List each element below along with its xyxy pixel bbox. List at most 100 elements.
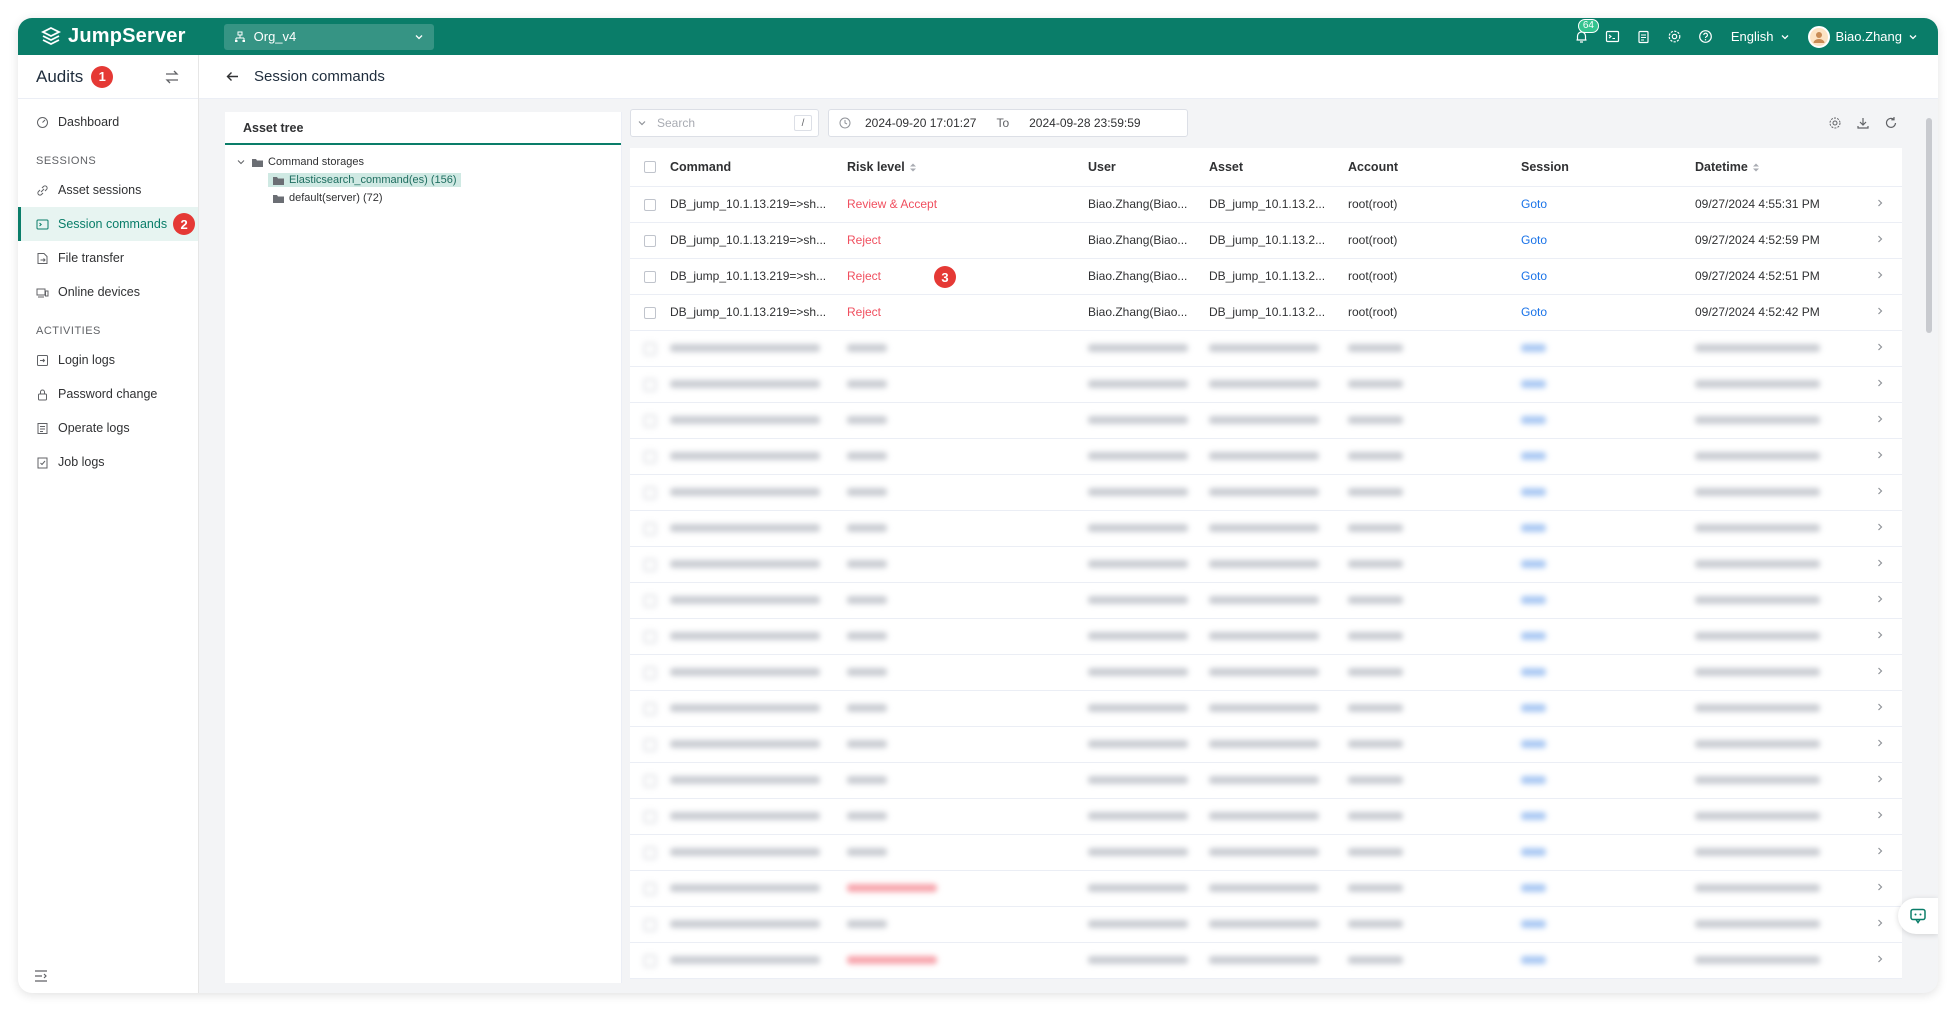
blurred-table-row — [630, 906, 1902, 943]
sidebar-item-operate-logs[interactable]: Operate logs — [18, 411, 198, 445]
row-expand-button[interactable] — [1857, 186, 1902, 223]
tickets-button[interactable] — [1628, 18, 1659, 55]
row-checkbox[interactable] — [644, 306, 656, 319]
blurred-text — [847, 812, 887, 820]
chevron-right-icon — [1877, 307, 1882, 315]
sidebar-item-password-change[interactable]: Password change — [18, 377, 198, 411]
blurred-text — [1695, 920, 1820, 928]
collapse-sidebar-button[interactable] — [34, 970, 48, 985]
sidebar-item-session-commands[interactable]: Session commands 2 — [18, 207, 198, 241]
goto-session-link[interactable]: Goto — [1521, 233, 1547, 247]
goto-session-link[interactable]: Goto — [1521, 269, 1547, 283]
blurred-text — [1088, 632, 1188, 640]
blurred-text — [1209, 416, 1319, 424]
blurred-text — [670, 668, 820, 676]
blurred-text — [1521, 452, 1546, 460]
blurred-text — [847, 668, 887, 676]
blurred-text — [1209, 920, 1319, 928]
blurred-text — [1521, 740, 1546, 748]
blurred-text — [1088, 704, 1188, 712]
command-cell: DB_jump_10.1.13.219=>sh... — [670, 222, 847, 259]
row-checkbox[interactable] — [644, 270, 656, 283]
row-checkbox — [644, 882, 656, 895]
blurred-text — [1348, 632, 1403, 640]
blurred-text — [1521, 416, 1546, 424]
row-checkbox — [644, 630, 656, 643]
blurred-text — [1088, 416, 1188, 424]
user-menu[interactable]: Biao.Zhang — [1807, 25, 1919, 48]
chevron-right-icon — [1877, 703, 1882, 711]
tree-node-elasticsearch[interactable]: Elasticsearch_command(es) (156) — [235, 171, 621, 189]
blurred-text — [847, 740, 887, 748]
download-icon[interactable] — [1856, 116, 1870, 130]
user-name: Biao.Zhang — [1835, 29, 1903, 44]
collapse-menu-icon — [35, 970, 47, 982]
goto-session-link[interactable]: Goto — [1521, 305, 1547, 319]
row-expand-button[interactable] — [1857, 294, 1902, 331]
table-row[interactable]: DB_jump_10.1.13.219=>sh... Reject Biao.Zha… — [630, 258, 1902, 295]
page-scrollbar[interactable] — [1926, 118, 1932, 333]
row-checkbox[interactable] — [644, 234, 656, 247]
blurred-text — [1348, 848, 1403, 856]
row-expand-button[interactable] — [1857, 222, 1902, 259]
search-input[interactable]: Search / — [630, 109, 819, 137]
sidebar-item-dashboard[interactable]: Dashboard — [18, 105, 198, 139]
blurred-table-row — [630, 546, 1902, 583]
sidebar-item-file-transfer[interactable]: File transfer — [18, 241, 198, 275]
date-range-picker[interactable]: 2024-09-20 17:01:27 To 2024-09-28 23:59:… — [828, 109, 1188, 137]
row-checkbox — [644, 846, 656, 859]
row-checkbox — [644, 486, 656, 499]
switch-view-icon[interactable] — [164, 69, 180, 85]
blurred-text — [670, 596, 820, 604]
sidebar-item-online-devices[interactable]: Online devices — [18, 275, 198, 309]
row-expand-button — [1857, 942, 1902, 979]
settings-button[interactable] — [1659, 18, 1690, 55]
user-cell: Biao.Zhang(Biao... — [1088, 186, 1209, 223]
table-row[interactable]: DB_jump_10.1.13.219=>sh... Review & Accep… — [630, 186, 1902, 223]
org-name: Org_v4 — [253, 29, 297, 44]
web-terminal-button[interactable] — [1597, 18, 1628, 55]
blurred-text — [1088, 488, 1188, 496]
blurred-text — [1209, 560, 1319, 568]
org-selector[interactable]: Org_v4 — [223, 23, 434, 50]
select-all-checkbox[interactable] — [644, 161, 656, 174]
blurred-text — [1695, 596, 1820, 604]
risk-level-cell: Reject — [847, 294, 1088, 331]
notifications-button[interactable]: 64 — [1566, 18, 1599, 55]
tree-node-default[interactable]: default(server) (72) — [235, 189, 621, 207]
language-selector[interactable]: English — [1731, 29, 1790, 44]
blurred-text — [1209, 452, 1319, 460]
sidebar-item-login-logs[interactable]: Login logs — [18, 343, 198, 377]
row-expand-button — [1857, 582, 1902, 619]
sidebar-header: Audits 1 — [18, 55, 198, 99]
command-cell: DB_jump_10.1.13.219=>sh... — [670, 294, 847, 331]
back-arrow-icon[interactable] — [225, 69, 240, 84]
table-row[interactable]: DB_jump_10.1.13.219=>sh... Reject Biao.Zha… — [630, 222, 1902, 259]
row-checkbox[interactable] — [644, 198, 656, 211]
help-button[interactable] — [1690, 18, 1721, 55]
blurred-text — [670, 632, 820, 640]
chevron-down-icon — [237, 160, 245, 165]
table-settings-icon[interactable] — [1828, 116, 1842, 130]
table-row[interactable]: DB_jump_10.1.13.219=>sh... Reject Biao.Zha… — [630, 294, 1902, 331]
blurred-text — [847, 560, 887, 568]
tree-node-command-storages[interactable]: Command storages — [235, 153, 621, 171]
sidebar-item-job-logs[interactable]: Job logs — [18, 445, 198, 479]
goto-session-link[interactable]: Goto — [1521, 197, 1547, 211]
brand-logo[interactable]: JumpServer — [40, 25, 186, 48]
blurred-text — [670, 704, 820, 712]
login-icon — [37, 354, 48, 366]
column-header-risk-level[interactable]: Risk level — [847, 148, 1088, 187]
sidebar-item-asset-sessions[interactable]: Asset sessions — [18, 173, 198, 207]
blurred-table-row — [630, 726, 1902, 763]
chat-assistant-button[interactable] — [1898, 898, 1938, 934]
chevron-right-icon — [1877, 523, 1882, 531]
blurred-text — [1209, 380, 1319, 388]
refresh-icon[interactable] — [1884, 116, 1898, 130]
column-header-datetime[interactable]: Datetime — [1695, 148, 1857, 187]
row-expand-button[interactable] — [1857, 258, 1902, 295]
blurred-text — [847, 632, 887, 640]
sidebar-item-label: Dashboard — [58, 115, 120, 129]
blurred-table-row — [630, 690, 1902, 727]
blurred-text — [670, 956, 820, 964]
